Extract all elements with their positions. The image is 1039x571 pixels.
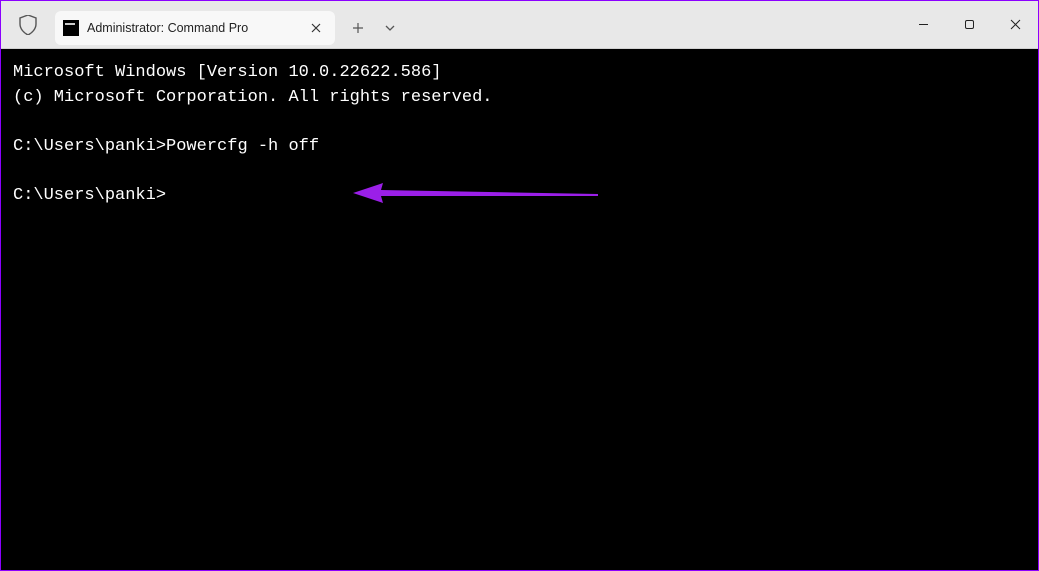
- window-controls: [900, 1, 1038, 48]
- titlebar: Administrator: Command Pro: [1, 1, 1038, 49]
- shield-icon: [19, 15, 37, 35]
- close-tab-button[interactable]: [307, 19, 325, 37]
- terminal-command: Powercfg -h off: [166, 137, 319, 156]
- terminal-prompt: C:\Users\panki>: [13, 137, 166, 156]
- terminal-line: (c) Microsoft Corporation. All rights re…: [13, 88, 492, 107]
- close-window-button[interactable]: [992, 1, 1038, 48]
- terminal-output[interactable]: Microsoft Windows [Version 10.0.22622.58…: [1, 49, 1038, 570]
- terminal-prompt: C:\Users\panki>: [13, 186, 166, 205]
- cmd-icon: [63, 20, 79, 36]
- tab-active[interactable]: Administrator: Command Pro: [55, 11, 335, 45]
- terminal-line: Microsoft Windows [Version 10.0.22622.58…: [13, 63, 441, 82]
- maximize-button[interactable]: [946, 1, 992, 48]
- tab-title: Administrator: Command Pro: [87, 21, 301, 35]
- annotation-arrow-icon: [353, 179, 603, 209]
- minimize-button[interactable]: [900, 1, 946, 48]
- new-tab-button[interactable]: [341, 11, 375, 45]
- tabs-dropdown-button[interactable]: [375, 11, 405, 45]
